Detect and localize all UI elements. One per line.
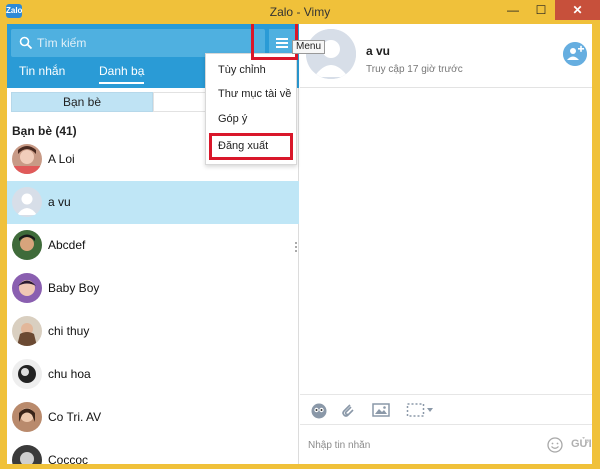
contact-avatar: [12, 359, 42, 389]
contact-list-item[interactable]: Abcdef: [7, 224, 299, 267]
title-bar: Zalo Zalo - Vimy — ☐ ✕: [0, 0, 600, 24]
tab-messages[interactable]: Tin nhắn: [19, 64, 65, 78]
contact-list-item[interactable]: Baby Boy: [7, 267, 299, 310]
chat-toolbar: [300, 394, 592, 424]
close-button[interactable]: ✕: [555, 0, 600, 20]
segment-friends[interactable]: Bạn bè: [11, 92, 153, 112]
contact-name: Co Tri. AV: [48, 410, 102, 424]
add-friend-icon[interactable]: [563, 42, 587, 66]
chat-header: a vu Truy cập 17 giờ trước: [300, 24, 592, 88]
contact-avatar: [12, 230, 42, 260]
message-composer: GỬI: [300, 424, 592, 464]
menu-tooltip: Menu: [292, 40, 326, 54]
image-icon[interactable]: [372, 401, 390, 419]
chat-last-seen: Truy cập 17 giờ trước: [366, 64, 463, 75]
screenshot-icon[interactable]: [406, 401, 438, 419]
menu-item-feedback[interactable]: Góp ý: [218, 113, 247, 125]
contact-name: Coccoc: [48, 453, 89, 464]
logout-highlight-box: [209, 133, 293, 160]
default-avatar-icon: [12, 187, 42, 217]
contact-name: Abcdef: [48, 238, 86, 252]
message-input[interactable]: [308, 437, 528, 453]
contact-avatar: [12, 273, 42, 303]
search-icon: [19, 36, 33, 50]
contact-list-item[interactable]: chi thuy: [7, 310, 299, 353]
chat-avatar-icon: [306, 29, 356, 79]
contact-list-item[interactable]: Coccoc: [7, 439, 299, 464]
contact-avatar: [12, 402, 42, 432]
contact-list-item[interactable]: Co Tri. AV: [7, 396, 299, 439]
main-frame: Tin nhắn Danh bạ Bạn bè Bạn bè (41) A Lo…: [7, 24, 592, 464]
maximize-button[interactable]: ☐: [527, 0, 555, 20]
sticker-icon[interactable]: [310, 401, 328, 419]
menu-item-settings[interactable]: Tùy chỉnh: [218, 64, 266, 76]
contact-name: a vu: [48, 195, 71, 209]
attachment-icon[interactable]: [338, 401, 356, 419]
contact-name: Baby Boy: [48, 281, 100, 295]
contact-name: chu hoa: [48, 367, 91, 381]
friends-group-label: Bạn bè (41): [12, 124, 77, 138]
contact-list-item[interactable]: a vu: [7, 181, 299, 224]
main-menu-dropdown: Tùy chỉnh Thư mục tài về Góp ý Đăng xuất: [205, 53, 297, 165]
app-window: Zalo Zalo - Vimy — ☐ ✕ Tìm kiếm Tin nhắn…: [0, 0, 600, 469]
contact-avatar: [12, 445, 42, 464]
minimize-button[interactable]: —: [499, 0, 527, 20]
send-button[interactable]: GỬI: [571, 438, 592, 450]
list-scrollbar[interactable]: [295, 242, 297, 252]
contact-avatar: [12, 316, 42, 346]
menu-button-highlight-box: [251, 24, 298, 60]
contact-avatar: [12, 144, 42, 174]
emoji-icon[interactable]: [547, 437, 563, 453]
search-input[interactable]: [37, 33, 257, 53]
chat-panel: a vu Truy cập 17 giờ trước Nhập tin nhắn…: [300, 24, 592, 464]
menu-item-download-folder[interactable]: Thư mục tài về: [218, 88, 291, 100]
tab-contacts[interactable]: Danh bạ: [99, 64, 145, 84]
contact-name: chi thuy: [48, 324, 90, 338]
contact-list-item[interactable]: chu hoa: [7, 353, 299, 396]
chat-contact-name: a vu: [366, 44, 391, 58]
contact-name: A Loi: [48, 152, 75, 166]
